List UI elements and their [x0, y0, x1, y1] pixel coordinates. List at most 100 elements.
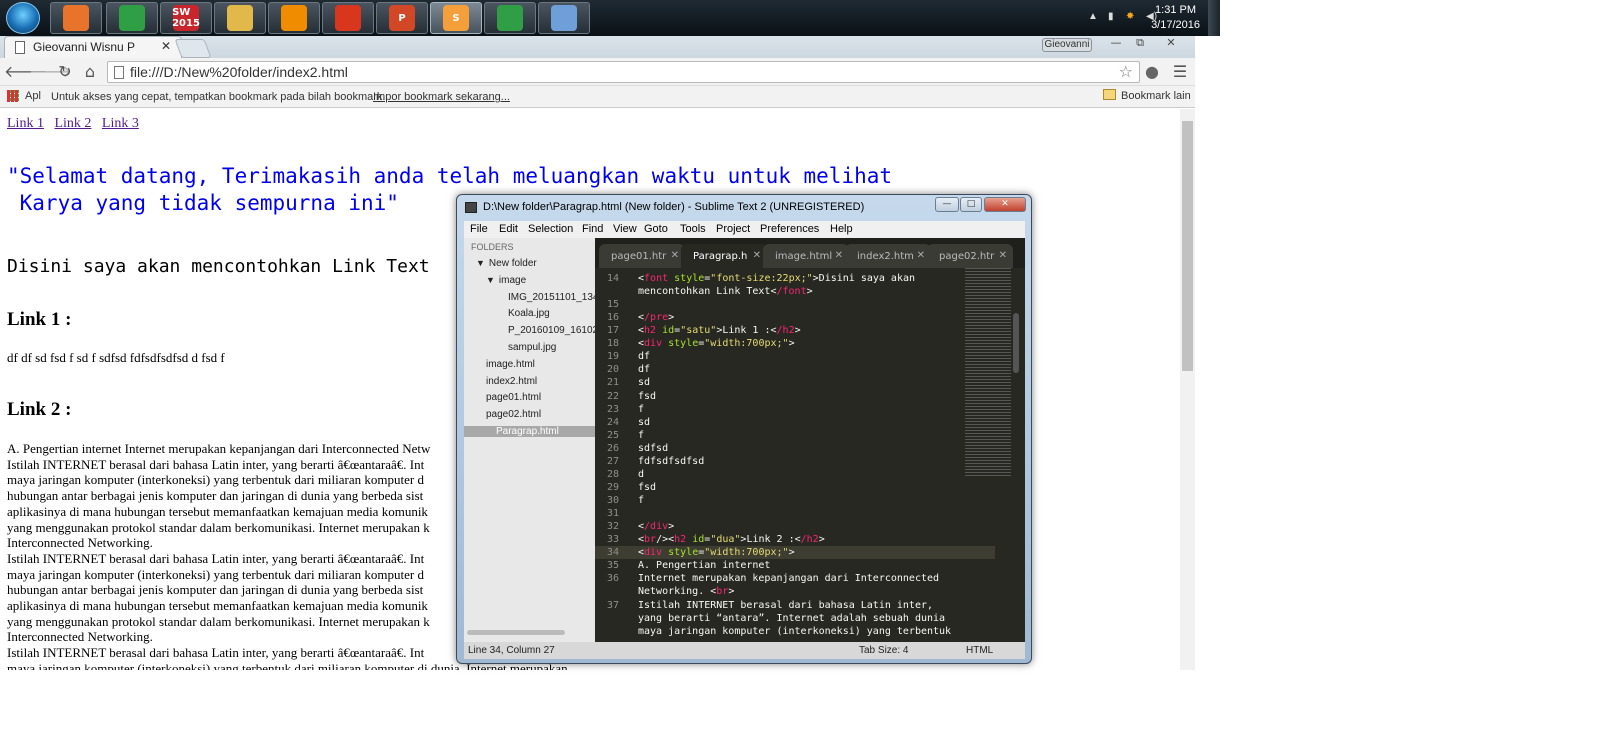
- powerpoint-icon: P: [389, 5, 415, 31]
- editor-tab[interactable]: index2.htm ✕: [845, 244, 931, 268]
- editor-tab[interactable]: page02.htr ✕: [927, 244, 1013, 268]
- close-tab-icon[interactable]: ✕: [161, 39, 171, 53]
- scrollbar-thumb[interactable]: [1182, 121, 1193, 371]
- page-scrollbar[interactable]: [1180, 109, 1195, 670]
- bookmarks-bar: Apl Untuk akses yang cepat, tempatkan bo…: [0, 86, 1195, 108]
- tree-item[interactable]: page01.html: [486, 392, 541, 403]
- close-tab-icon[interactable]: ✕: [835, 250, 843, 261]
- taskbar-vlc-button[interactable]: [268, 2, 320, 34]
- editor-tab[interactable]: page01.htr ✕: [599, 244, 685, 268]
- menu-selection[interactable]: Selection: [528, 223, 573, 235]
- show-desktop-button[interactable]: [1208, 0, 1220, 36]
- battery-icon[interactable]: ▮: [1108, 11, 1120, 23]
- line-number: 25: [606, 429, 619, 441]
- minimize-button[interactable]: —: [1103, 36, 1129, 52]
- tree-item[interactable]: sampul.jpg: [508, 342, 556, 353]
- address-bar[interactable]: ☆: [107, 61, 1140, 83]
- taskbar-paint-button[interactable]: [538, 2, 590, 34]
- sidebar-scrollbar[interactable]: [467, 630, 565, 635]
- bookmark-star-icon[interactable]: ☆: [1119, 62, 1133, 81]
- import-bookmarks-link[interactable]: Impor bookmark sekarang...: [373, 91, 510, 103]
- tree-item[interactable]: ▼ image: [486, 275, 526, 286]
- menu-goto[interactable]: Goto: [644, 223, 668, 235]
- tab-size[interactable]: Tab Size: 4: [859, 645, 908, 656]
- sublime-maximize-button[interactable]: □: [960, 197, 982, 212]
- tree-item[interactable]: Koala.jpg: [508, 308, 550, 319]
- link-2[interactable]: Link 2: [54, 116, 91, 131]
- link-3[interactable]: Link 3: [102, 116, 139, 131]
- menu-view[interactable]: View: [613, 223, 637, 235]
- taskbar-explorer-button[interactable]: [214, 2, 266, 34]
- profile-button[interactable]: Gieovanni: [1042, 38, 1092, 52]
- tree-item-label: Paragrap.html: [496, 426, 559, 437]
- syntax-mode[interactable]: HTML: [966, 645, 993, 656]
- link-nav: Link 1 Link 2 Link 3: [7, 116, 139, 132]
- taskbar-chrome-2-button[interactable]: [484, 2, 536, 34]
- menu-find[interactable]: Find: [582, 223, 603, 235]
- new-tab-button[interactable]: [174, 39, 212, 58]
- apps-label[interactable]: Apl: [25, 90, 41, 102]
- tray-overflow-icon[interactable]: ▲: [1088, 11, 1100, 23]
- code-area[interactable]: 14 <font style="font-size:22px;">Disini s…: [595, 268, 995, 642]
- expand-arrow-icon[interactable]: ▼: [476, 258, 485, 268]
- sublime-close-button[interactable]: ✕: [984, 197, 1026, 212]
- taskbar-chrome-button[interactable]: [106, 2, 158, 34]
- editor-tab[interactable]: Paragrap.h ✕: [681, 244, 767, 268]
- start-button[interactable]: [6, 2, 40, 34]
- menu-file[interactable]: File: [470, 223, 488, 235]
- forward-icon[interactable]: 🡒: [29, 62, 72, 82]
- tree-item[interactable]: IMG_20151101_1340: [508, 292, 604, 303]
- home-icon[interactable]: ⌂: [80, 62, 100, 82]
- minimap[interactable]: [965, 268, 1011, 478]
- apps-icon[interactable]: [7, 90, 19, 102]
- reload-icon[interactable]: ↻: [55, 62, 75, 82]
- editor-tab[interactable]: image.html ✕: [763, 244, 849, 268]
- taskbar-media-player-button[interactable]: [50, 2, 102, 34]
- taskbar-powerpoint-button[interactable]: P: [376, 2, 428, 34]
- tree-item[interactable]: page02.html: [486, 409, 541, 420]
- restore-button[interactable]: ⧉: [1127, 36, 1153, 52]
- menu-tools[interactable]: Tools: [680, 223, 706, 235]
- taskbar-solidworks-button[interactable]: SW 2015: [160, 2, 212, 34]
- tree-item[interactable]: ▼ New folder: [476, 258, 537, 269]
- close-tab-icon[interactable]: ✕: [999, 250, 1007, 261]
- menu-edit[interactable]: Edit: [499, 223, 518, 235]
- chrome-icon: [119, 5, 145, 31]
- editor-scrollbar[interactable]: [1013, 313, 1019, 373]
- extension-icon[interactable]: ●: [1142, 62, 1162, 82]
- link-1[interactable]: Link 1: [7, 116, 44, 131]
- close-tab-icon[interactable]: ✕: [671, 250, 679, 261]
- tree-item-label: image: [498, 274, 527, 286]
- network-icon[interactable]: ✸: [1126, 11, 1138, 23]
- other-bookmarks[interactable]: Bookmark lain: [1121, 90, 1191, 102]
- code-line: 32 </div>: [595, 520, 995, 533]
- taskbar-sublime-button[interactable]: S: [430, 2, 482, 34]
- tree-item[interactable]: index2.html: [486, 376, 537, 387]
- close-tab-icon[interactable]: ✕: [917, 250, 925, 261]
- page-info-icon[interactable]: [114, 66, 124, 79]
- expand-arrow-icon[interactable]: ▼: [486, 275, 495, 285]
- back-icon[interactable]: 🡐: [4, 62, 47, 82]
- taskbar-acrobat-button[interactable]: [322, 2, 374, 34]
- tree-item[interactable]: Paragrap.html: [464, 426, 595, 437]
- code-text: <font style="font-size:22px;">Disini say…: [638, 273, 916, 284]
- menu-help[interactable]: Help: [830, 223, 853, 235]
- code-line: 16 </pre>: [595, 311, 995, 324]
- code-text: </pre>: [638, 312, 675, 324]
- close-window-button[interactable]: ✕: [1158, 36, 1184, 52]
- code-text: fsd: [638, 390, 657, 402]
- menu-project[interactable]: Project: [716, 223, 750, 235]
- menu-icon[interactable]: ☰: [1170, 62, 1190, 82]
- close-tab-icon[interactable]: ✕: [753, 250, 761, 261]
- url-input[interactable]: [130, 63, 1110, 81]
- menu-preferences[interactable]: Preferences: [760, 223, 819, 235]
- clock-time: 1:31 PM: [1155, 4, 1197, 16]
- tree-item[interactable]: P_20160109_161024: [508, 325, 604, 336]
- tree-item[interactable]: image.html: [486, 359, 535, 370]
- browser-tab[interactable]: Gieovanni Wisnu P ✕: [4, 36, 182, 58]
- sublime-minimize-button[interactable]: —: [935, 197, 959, 212]
- code-text: fsd: [638, 481, 657, 493]
- vlc-icon: [281, 5, 307, 31]
- clock[interactable]: 1:31 PM 3/17/2016: [1151, 3, 1200, 33]
- sublime-icon: S: [443, 5, 469, 31]
